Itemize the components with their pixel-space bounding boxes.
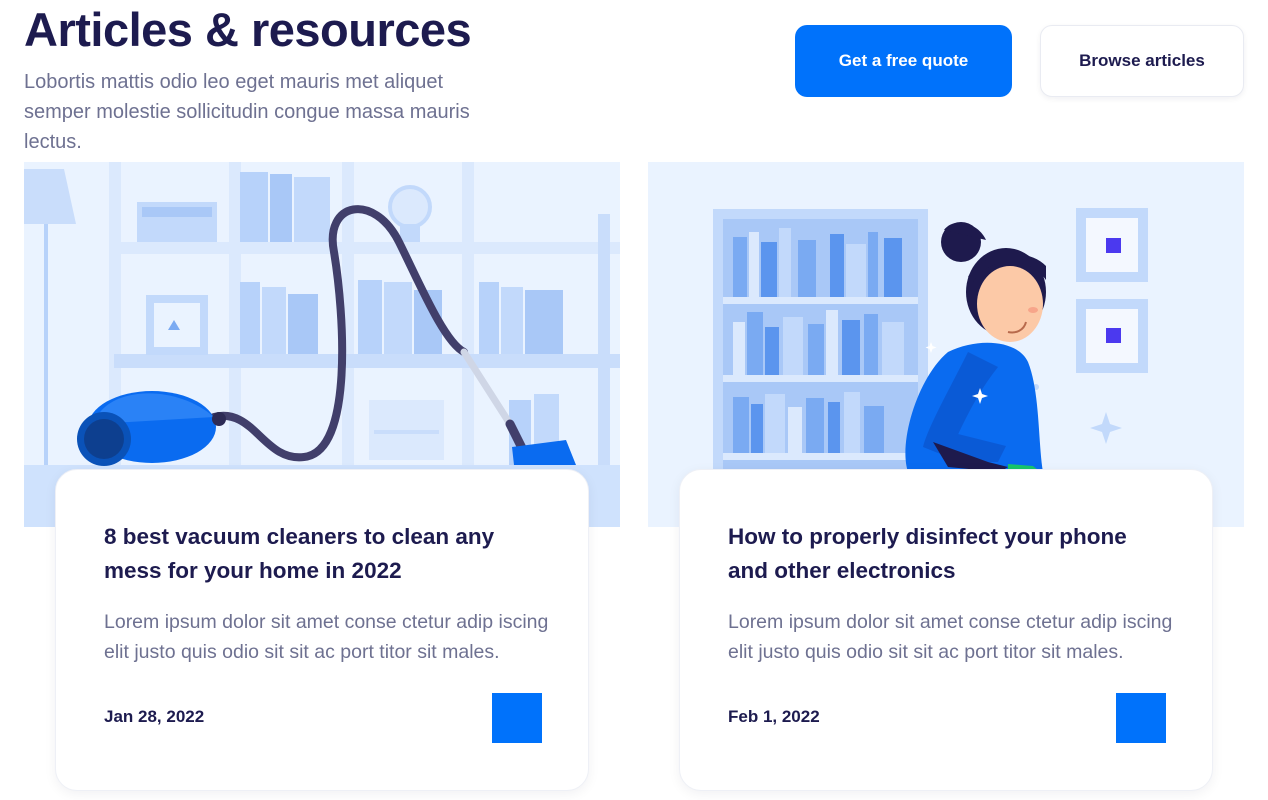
article-card-body: How to properly disinfect your phone and… [679, 469, 1213, 791]
browse-articles-button[interactable]: Browse articles [1040, 25, 1244, 97]
article-title[interactable]: How to properly disinfect your phone and… [728, 520, 1148, 588]
article-card-1[interactable]: 8 best vacuum cleaners to clean any mess… [24, 162, 620, 800]
article-excerpt: Lorem ipsum dolor sit amet conse ctetur … [728, 611, 1173, 663]
article-date: Jan 28, 2022 [104, 707, 205, 726]
page-title: Articles & resources [24, 3, 472, 56]
read-more-button[interactable] [492, 693, 542, 743]
article-card-body: 8 best vacuum cleaners to clean any mess… [55, 469, 589, 791]
get-free-quote-button[interactable]: Get a free quote [795, 25, 1012, 97]
article-title[interactable]: 8 best vacuum cleaners to clean any mess… [104, 520, 524, 588]
article-date: Feb 1, 2022 [728, 707, 820, 726]
page-subtitle: Lobortis mattis odio leo eget mauris met… [24, 71, 470, 153]
article-excerpt: Lorem ipsum dolor sit amet conse ctetur … [104, 611, 549, 663]
article-card-2[interactable]: How to properly disinfect your phone and… [648, 162, 1244, 800]
read-more-button[interactable] [1116, 693, 1166, 743]
